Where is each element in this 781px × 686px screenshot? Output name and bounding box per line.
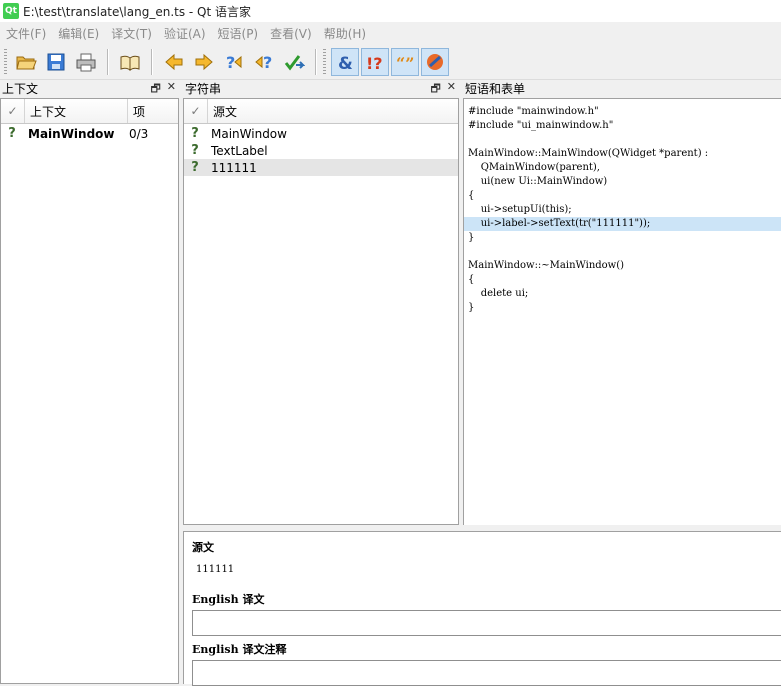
next-unfinished-icon[interactable]: ? [250,48,278,76]
code-line: MainWindow::MainWindow(QWidget *parent) … [468,148,709,159]
svg-text:“”: “” [396,54,414,73]
code-line: ui(new Ui::MainWindow) [468,176,608,187]
code-line: ui->setupUi(this); [468,204,572,215]
title-bar: Qt E:\test\translate\lang_en.ts - Qt 语言家 [0,0,781,22]
menu-phrases[interactable]: 短语(P) [212,25,265,42]
toolbar-grip[interactable] [4,48,7,75]
menu-view[interactable]: 查看(V) [264,25,318,42]
check-header-icon[interactable]: ✓ [184,99,208,123]
menu-validation[interactable]: 验证(A) [158,25,212,42]
context-header-name[interactable]: 上下文 [25,99,128,123]
phrase-validation-icon[interactable]: “” [391,47,419,76]
dock-float-icon[interactable]: 🗗 [430,80,440,99]
menu-help[interactable]: 帮助(H) [318,25,372,42]
context-dock-label: 上下文 [2,81,39,96]
window-title: E:\test\translate\lang_en.ts - Qt 语言家 [23,4,252,19]
string-source: MainWindow [211,126,287,141]
code-line: { [468,274,475,285]
code-line: #include "ui_mainwindow.h" [468,120,614,131]
source-text: 111111 [196,564,235,575]
toolbar-separator [107,48,109,75]
menu-edit[interactable]: 编辑(E) [52,25,105,42]
context-row[interactable]: ? MainWindow 0/3 [1,125,178,142]
translation-label: English 译文 [192,593,265,606]
string-row[interactable]: ? MainWindow [184,125,458,142]
save-icon[interactable] [42,48,70,76]
context-dock-title: 上下文 🗗 ✕ [0,79,179,97]
strings-dock-label: 字符串 [185,81,222,96]
code-line: delete ui; [468,288,529,299]
strings-dock-title: 字符串 🗗 ✕ [183,79,459,97]
done-next-icon[interactable] [280,48,308,76]
prev-unfinished-icon[interactable]: ? [220,48,248,76]
dock-close-icon[interactable]: ✕ [167,80,176,99]
code-line-highlighted: ui->label->setText(tr("111111")); [464,217,781,231]
phrase-book-icon[interactable] [116,48,144,76]
menu-bar: 文件(F) 编辑(E) 译文(T) 验证(A) 短语(P) 查看(V) 帮助(H… [0,22,781,44]
open-folder-icon[interactable] [12,48,40,76]
next-arrow-icon[interactable] [190,48,218,76]
phrases-dock-label: 短语和表单 [465,81,526,96]
context-count: 0/3 [129,126,149,141]
unfinished-question-icon: ? [191,143,199,158]
context-header: ✓ 上下文 项 [1,99,178,124]
svg-text:&: & [338,54,353,73]
string-row[interactable]: ? TextLabel [184,142,458,159]
check-header-icon[interactable]: ✓ [1,99,25,123]
menu-file[interactable]: 文件(F) [0,25,52,42]
translation-editor: 源文 111111 English 译文 English 译文注释 [183,531,781,686]
strings-header-source[interactable]: 源文 [208,99,458,123]
placemarker-validation-icon[interactable] [421,47,449,76]
code-line: QMainWindow(parent), [468,162,600,173]
string-source: 111111 [211,160,257,175]
translator-comment-label: English 译文注释 [192,643,287,656]
accelerator-validation-icon[interactable]: & [331,47,359,76]
unfinished-question-icon: ? [8,126,16,141]
toolbar-separator [151,48,153,75]
context-name: MainWindow [28,126,115,141]
context-header-items[interactable]: 项 [128,99,178,123]
context-panel: ✓ 上下文 项 ? MainWindow 0/3 [0,98,179,684]
unfinished-question-icon: ? [191,160,199,175]
strings-panel: ✓ 源文 ? MainWindow ? TextLabel ? 111111 [183,98,459,525]
code-line: { [468,190,475,201]
translation-input[interactable] [192,610,781,636]
string-source: TextLabel [211,143,268,158]
unfinished-question-icon: ? [191,126,199,141]
toolbar-grip[interactable] [323,48,326,75]
source-label: 源文 [192,541,214,554]
svg-text:?: ? [263,53,272,72]
prev-arrow-icon[interactable] [160,48,188,76]
dock-float-icon[interactable]: 🗗 [150,80,160,99]
toolbar: ? ? & !? “” [0,44,781,80]
code-line: } [468,302,475,313]
qt-app-icon: Qt [3,3,19,19]
code-line: } [468,232,475,243]
phrases-dock-title: 短语和表单 [463,79,781,97]
punctuation-validation-icon[interactable]: !? [361,47,389,76]
code-line: #include "mainwindow.h" [468,106,599,117]
svg-text:!?: !? [366,54,383,73]
code-line: MainWindow::~MainWindow() [468,260,625,271]
string-row-selected[interactable]: ? 111111 [184,159,458,176]
print-icon[interactable] [72,48,100,76]
dock-close-icon[interactable]: ✕ [447,80,456,99]
strings-header: ✓ 源文 [184,99,458,124]
toolbar-separator [315,48,317,75]
source-code-view[interactable]: #include "mainwindow.h" #include "ui_mai… [463,98,781,525]
svg-text:?: ? [226,53,235,72]
translator-comment-input[interactable] [192,660,781,686]
menu-translation[interactable]: 译文(T) [105,25,158,42]
